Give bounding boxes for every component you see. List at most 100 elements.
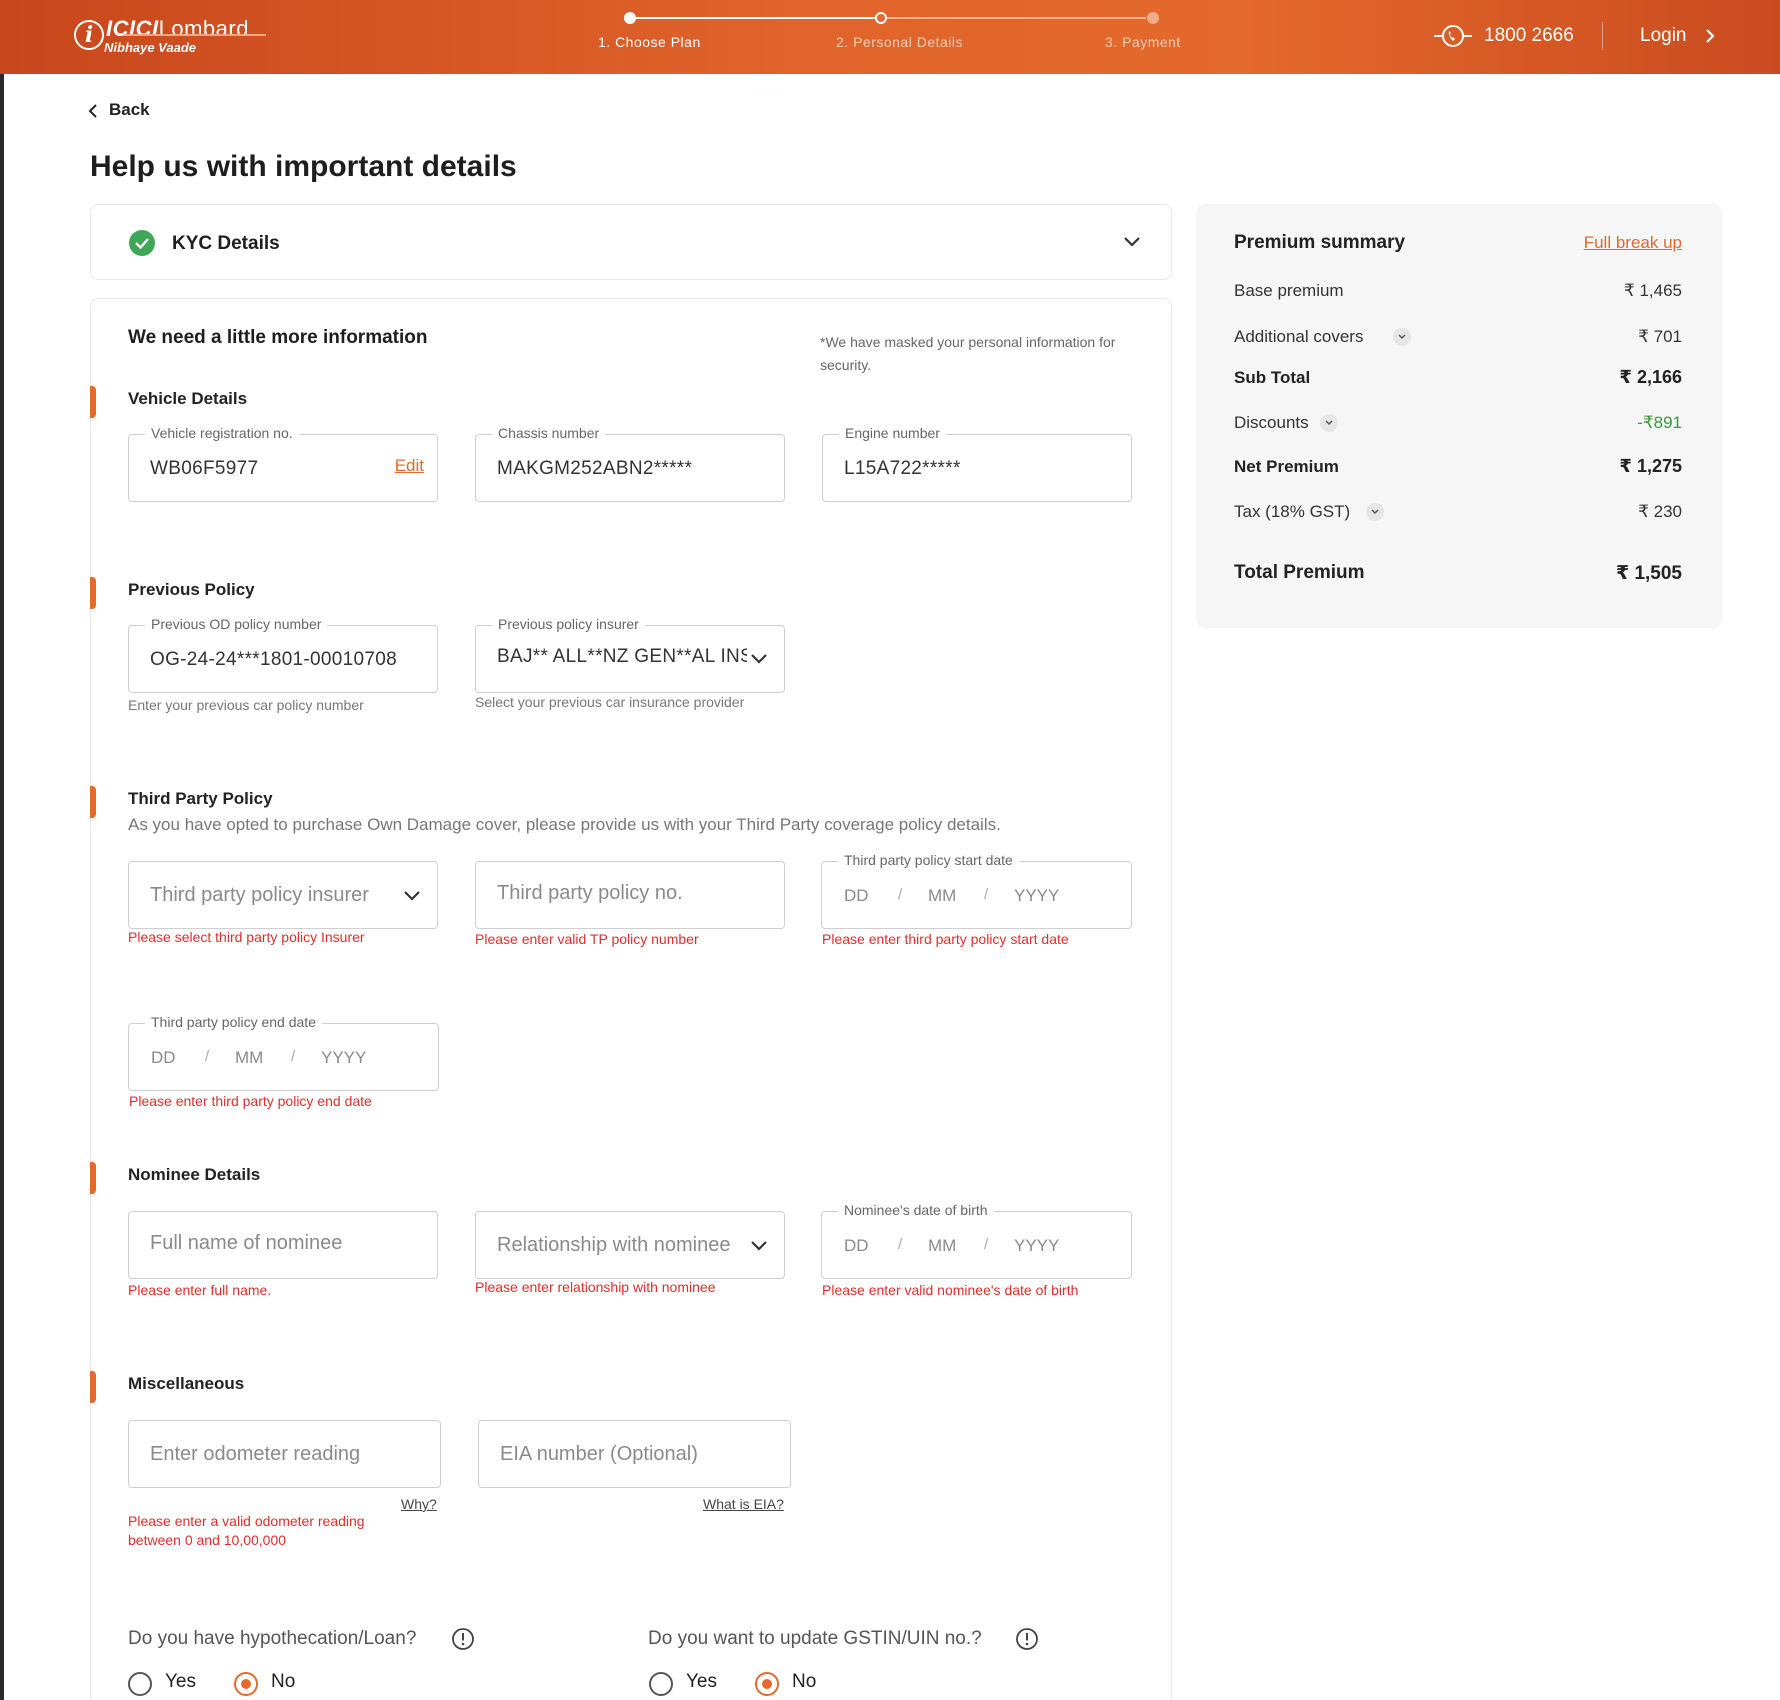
error-message: Please enter valid nominee's date of bir… bbox=[822, 1282, 1079, 1298]
date-separator: / bbox=[984, 1236, 989, 1253]
kyc-title: KYC Details bbox=[172, 233, 280, 254]
premium-summary-panel: Premium summary Full break up Base premi… bbox=[1196, 204, 1722, 628]
date-yyyy[interactable]: YYYY bbox=[1014, 1236, 1059, 1256]
chevron-left-icon[interactable] bbox=[88, 104, 98, 118]
hypothecation-no-radio[interactable] bbox=[234, 1672, 258, 1696]
field-value: L15A722***** bbox=[844, 458, 961, 479]
previous-insurer-select[interactable]: Previous policy insurer BAJ** ALL**NZ GE… bbox=[475, 616, 785, 693]
date-dd[interactable]: DD bbox=[151, 1048, 176, 1068]
error-message: Please enter third party policy end date bbox=[129, 1093, 372, 1109]
step-label-personal-details: 2. Personal Details bbox=[836, 34, 964, 50]
error-message: Please enter relationship with nominee bbox=[475, 1279, 716, 1295]
third-party-insurer-select[interactable]: Third party policy insurer bbox=[128, 861, 438, 929]
summary-value-tax: ₹ 230 bbox=[1638, 502, 1682, 521]
chevron-down-icon[interactable] bbox=[1123, 235, 1141, 249]
date-yyyy[interactable]: YYYY bbox=[321, 1048, 366, 1068]
summary-value-base-premium: ₹ 1,465 bbox=[1623, 281, 1682, 300]
radio-label-no[interactable]: No bbox=[792, 1671, 816, 1693]
third-party-end-date-field[interactable]: Third party policy end date DD / MM / YY… bbox=[128, 1014, 439, 1091]
chevron-down-icon[interactable] bbox=[1320, 414, 1338, 432]
previous-od-policy-field[interactable]: Previous OD policy number OG-24-24***180… bbox=[128, 616, 438, 693]
field-label: Third party policy end date bbox=[145, 1014, 322, 1030]
gstin-no-radio[interactable] bbox=[755, 1672, 779, 1696]
back-link[interactable]: Back bbox=[109, 100, 150, 120]
top-header: i ICICILombard Nibhaye Vaade 1. Choose P… bbox=[0, 0, 1780, 74]
error-message: Please enter full name. bbox=[128, 1282, 272, 1298]
radio-label-yes[interactable]: Yes bbox=[686, 1671, 717, 1693]
nominee-dob-field[interactable]: Nominee's date of birth DD / MM / YYYY bbox=[821, 1202, 1132, 1279]
edit-registration-link[interactable]: Edit bbox=[395, 456, 424, 476]
info-icon[interactable] bbox=[451, 1627, 475, 1651]
helper-text: Enter your previous car policy number bbox=[128, 697, 364, 713]
field-label: Nominee's date of birth bbox=[838, 1202, 994, 1218]
date-mm[interactable]: MM bbox=[235, 1048, 263, 1068]
chassis-number-field[interactable]: Chassis number MAKGM252ABN2***** bbox=[475, 425, 785, 502]
field-value: WB06F5977 bbox=[150, 458, 259, 479]
vehicle-registration-field[interactable]: Vehicle registration no. WB06F5977 Edit bbox=[128, 425, 438, 502]
odometer-why-link[interactable]: Why? bbox=[401, 1496, 437, 1512]
summary-label-additional-covers[interactable]: Additional covers bbox=[1234, 327, 1363, 347]
summary-value-discounts: -₹891 bbox=[1637, 413, 1682, 432]
step-dot-2 bbox=[875, 12, 887, 24]
eia-number-input[interactable]: EIA number (Optional) bbox=[478, 1420, 791, 1488]
chevron-right-icon[interactable] bbox=[1704, 28, 1716, 44]
nominee-name-input[interactable]: Full name of nominee bbox=[128, 1211, 438, 1279]
what-is-eia-link[interactable]: What is EIA? bbox=[703, 1496, 784, 1512]
date-dd[interactable]: DD bbox=[844, 1236, 869, 1256]
chevron-down-icon bbox=[751, 1241, 767, 1251]
field-label: Chassis number bbox=[492, 425, 606, 441]
field-placeholder: Enter odometer reading bbox=[150, 1443, 361, 1465]
full-break-up-link[interactable]: Full break up bbox=[1584, 233, 1682, 253]
section-title-nominee: Nominee Details bbox=[128, 1165, 261, 1184]
field-label: Third party policy start date bbox=[838, 852, 1019, 868]
field-value: BAJ** ALL**NZ GEN**AL INSURANCE bbox=[497, 646, 747, 667]
phone-icon[interactable] bbox=[1434, 22, 1472, 50]
hypothecation-question: Do you have hypothecation/Loan? bbox=[128, 1628, 417, 1649]
step-label-payment: 3. Payment bbox=[1105, 34, 1181, 50]
chevron-down-icon bbox=[751, 654, 767, 664]
logo-mark-icon: i bbox=[74, 20, 104, 50]
radio-label-yes[interactable]: Yes bbox=[165, 1671, 196, 1693]
section-title-vehicle: Vehicle Details bbox=[128, 389, 248, 408]
date-mm[interactable]: MM bbox=[928, 1236, 956, 1256]
date-separator: / bbox=[898, 1236, 903, 1253]
date-dd[interactable]: DD bbox=[844, 886, 869, 906]
engine-number-field[interactable]: Engine number L15A722***** bbox=[822, 425, 1132, 502]
third-party-start-date-field[interactable]: Third party policy start date DD / MM / … bbox=[821, 852, 1132, 929]
phone-number[interactable]: 1800 2666 bbox=[1484, 25, 1574, 47]
third-party-policy-number-input[interactable]: Third party policy no. bbox=[475, 861, 785, 929]
summary-label-base-premium: Base premium bbox=[1234, 281, 1344, 300]
field-value: MAKGM252ABN2***** bbox=[497, 458, 693, 479]
gstin-yes-radio[interactable] bbox=[649, 1672, 673, 1696]
step-dot-3 bbox=[1147, 12, 1159, 24]
date-separator: / bbox=[898, 886, 903, 903]
section-marker bbox=[90, 1371, 96, 1403]
field-placeholder: Full name of nominee bbox=[150, 1232, 343, 1254]
progress-stepper: 1. Choose Plan 2. Personal Details 3. Pa… bbox=[596, 10, 1196, 70]
info-icon[interactable] bbox=[1015, 1627, 1039, 1651]
mask-note: *We have masked your personal informatio… bbox=[820, 334, 1116, 373]
summary-label-sub-total: Sub Total bbox=[1234, 368, 1311, 387]
date-mm[interactable]: MM bbox=[928, 886, 956, 906]
section-marker bbox=[90, 786, 96, 818]
summary-label-discounts[interactable]: Discounts bbox=[1234, 413, 1309, 433]
kyc-details-accordion[interactable]: KYC Details bbox=[90, 204, 1172, 280]
logo-tagline: Nibhaye Vaade bbox=[104, 40, 197, 55]
field-label: Previous policy insurer bbox=[492, 616, 645, 632]
summary-label-tax[interactable]: Tax (18% GST) bbox=[1234, 502, 1350, 522]
date-yyyy[interactable]: YYYY bbox=[1014, 886, 1059, 906]
chevron-down-icon[interactable] bbox=[1393, 328, 1411, 346]
odometer-input[interactable]: Enter odometer reading bbox=[128, 1420, 441, 1488]
login-button[interactable]: Login bbox=[1640, 25, 1687, 47]
step-line-1 bbox=[630, 17, 876, 19]
nominee-relationship-select[interactable]: Relationship with nominee bbox=[475, 1211, 785, 1279]
chevron-down-icon[interactable] bbox=[1366, 503, 1384, 521]
section-description: As you have opted to purchase Own Damage… bbox=[128, 815, 1001, 834]
hypothecation-yes-radio[interactable] bbox=[128, 1672, 152, 1696]
error-message-line-2: between 0 and 10,00,000 bbox=[128, 1532, 287, 1548]
radio-label-no[interactable]: No bbox=[271, 1671, 295, 1693]
date-separator: / bbox=[984, 886, 989, 903]
chevron-down-icon bbox=[404, 891, 420, 901]
field-label: Vehicle registration no. bbox=[145, 425, 299, 441]
form-title: We need a little more information bbox=[128, 327, 428, 348]
